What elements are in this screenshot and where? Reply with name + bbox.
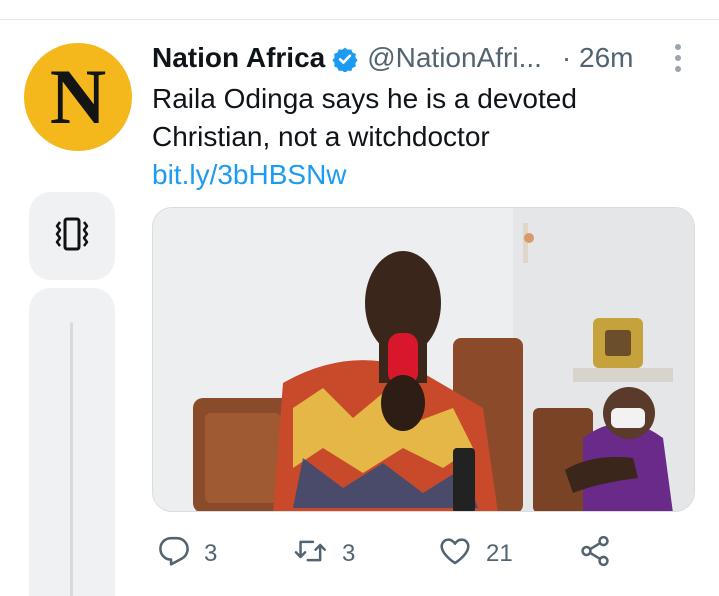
tweet-header: Nation Africa @NationAfri... · 26m [152,38,634,78]
retweet-button[interactable]: 3 [294,534,355,574]
share-icon [578,534,612,575]
author-name[interactable]: Nation Africa [152,42,325,74]
retweet-icon [294,535,328,574]
media-photo [153,208,694,511]
author-handle[interactable]: @NationAfri... [367,42,542,74]
tweet-body: Raila Odinga says he is a devoted Christ… [152,83,577,152]
thread-line [70,322,73,596]
tweet-text: Raila Odinga says he is a devoted Christ… [152,80,642,194]
verified-badge-icon [332,46,358,72]
avatar-letter: N [49,53,107,140]
top-divider [0,19,719,20]
tweet-actions: 3 3 21 [152,534,695,574]
share-button[interactable] [578,534,612,574]
vibrate-button[interactable] [29,192,115,280]
vibrate-icon [52,216,92,257]
like-count: 21 [486,540,513,567]
reply-icon [158,535,190,574]
tweet-media[interactable] [152,207,695,512]
reply-button[interactable]: 3 [158,534,217,574]
like-button[interactable]: 21 [438,534,513,574]
more-vertical-icon[interactable] [666,42,690,74]
tweet-link[interactable]: bit.ly/3bHBSNw [152,159,347,190]
heart-icon [438,535,472,574]
retweet-count: 3 [342,540,356,567]
avatar[interactable]: N [24,43,132,151]
tweet-time[interactable]: · 26m [562,42,634,74]
reply-count: 3 [204,540,218,567]
